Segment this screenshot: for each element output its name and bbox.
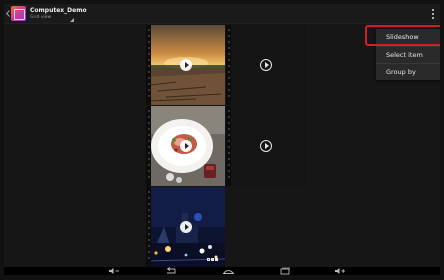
filmstrip-edge bbox=[146, 25, 151, 105]
media-status-icons bbox=[207, 258, 218, 261]
view-mode-label[interactable]: Grid view bbox=[30, 15, 51, 20]
menu-item-group-by[interactable]: Group by bbox=[376, 63, 440, 80]
play-icon[interactable] bbox=[260, 59, 272, 71]
play-icon[interactable] bbox=[180, 221, 192, 233]
filmstrip-edge bbox=[226, 106, 231, 186]
filmstrip-edge bbox=[146, 106, 151, 186]
grid-tile-night-city[interactable] bbox=[146, 187, 225, 267]
filmstrip-edge bbox=[146, 187, 151, 267]
volume-up-icon[interactable] bbox=[334, 267, 346, 275]
menu-item-select-item[interactable]: Select item bbox=[376, 46, 440, 63]
up-caret-icon[interactable] bbox=[6, 10, 10, 17]
home-icon[interactable] bbox=[222, 267, 235, 275]
grid-tile-video-4[interactable] bbox=[226, 106, 306, 186]
slideshow-highlight-box bbox=[365, 25, 440, 46]
grid-tile-sunset[interactable] bbox=[146, 25, 225, 105]
play-icon[interactable] bbox=[180, 59, 192, 71]
system-navigation-bar bbox=[4, 267, 440, 275]
back-icon[interactable] bbox=[165, 267, 177, 275]
filmstrip-edge bbox=[226, 25, 231, 105]
grid-tile-video-2[interactable] bbox=[226, 25, 306, 105]
action-bar: Computex_Demo Grid view bbox=[4, 4, 440, 24]
volume-down-icon[interactable] bbox=[108, 267, 120, 275]
album-title[interactable]: Computex_Demo bbox=[30, 7, 87, 14]
gallery-screen: Computex_Demo Grid view Slideshow Select… bbox=[4, 4, 440, 275]
view-mode-dropdown-icon[interactable] bbox=[70, 18, 74, 22]
play-icon[interactable] bbox=[180, 140, 192, 152]
play-icon[interactable] bbox=[260, 140, 272, 152]
grid-tile-food[interactable] bbox=[146, 106, 225, 186]
app-logo-icon[interactable] bbox=[11, 6, 26, 21]
recent-apps-icon[interactable] bbox=[279, 267, 291, 275]
overflow-menu-button[interactable] bbox=[428, 7, 438, 21]
